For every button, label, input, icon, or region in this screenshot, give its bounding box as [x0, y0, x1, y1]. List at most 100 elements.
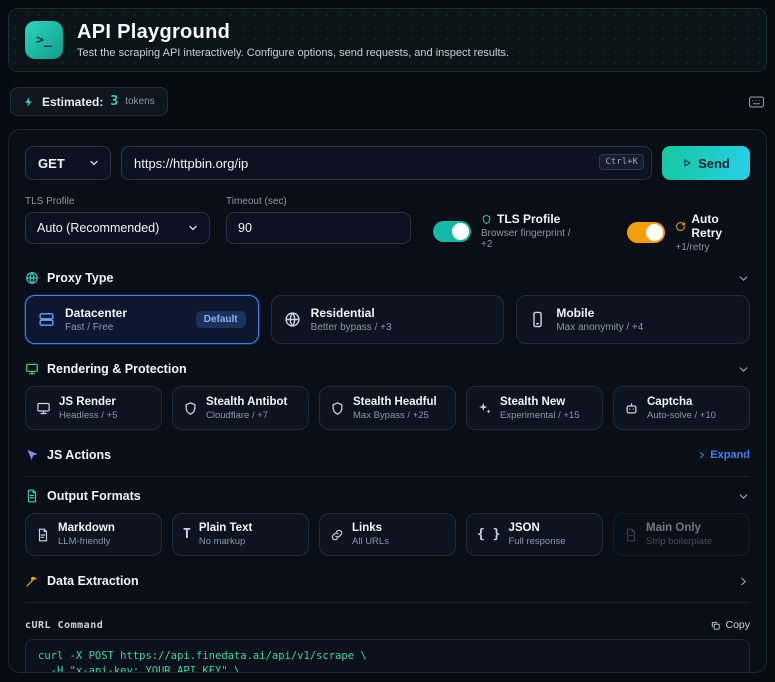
render-card-stealth-antibot[interactable]: Stealth Antibot Cloudflare / +7 [172, 386, 309, 430]
retry-toggle-group: Auto Retry +1/retry [627, 212, 750, 253]
globe-icon [25, 271, 39, 285]
card-text: JS Render Headless / +5 [59, 396, 117, 421]
tls-toggle-label: TLS Profile [497, 212, 561, 226]
card-text: Mobile Max anonymity / +4 [556, 306, 643, 333]
text-icon: T [183, 527, 191, 542]
pickaxe-icon [25, 574, 39, 588]
render-card-stealth-headful[interactable]: Stealth Headful Max Bypass / +25 [319, 386, 456, 430]
tls-profile-toggle[interactable] [433, 220, 471, 242]
shield-icon [183, 401, 198, 416]
chevron-down-icon[interactable] [737, 490, 750, 503]
method-value: GET [38, 155, 65, 171]
server-icon [38, 311, 55, 328]
card-text: Main Only Strip boilerplate [646, 522, 712, 547]
card-title: Stealth Antibot [206, 395, 288, 408]
page-subtitle: Test the scraping API interactively. Con… [77, 47, 510, 59]
header-text: API Playground Test the scraping API int… [77, 21, 509, 59]
chevron-down-icon[interactable] [737, 272, 750, 285]
toggle-knob [646, 224, 664, 241]
method-select[interactable]: GET [25, 146, 111, 180]
card-sub: Headless / +5 [59, 409, 118, 421]
expand-link[interactable]: Expand [697, 449, 750, 461]
estimate-label: Estimated: [42, 94, 104, 109]
retry-toggle-text: Auto Retry +1/retry [675, 212, 750, 253]
trim-icon [624, 528, 638, 542]
output-formats-title: Output Formats [47, 489, 141, 503]
card-sub: LLM-friendly [58, 536, 111, 547]
card-title: Stealth Headful [353, 395, 437, 408]
card-text: Captcha Auto-solve / +10 [647, 396, 716, 421]
curl-label: cURL Command [25, 619, 104, 631]
card-sub: Fast / Free [65, 322, 114, 333]
card-title: Residential [310, 306, 375, 320]
url-input[interactable] [121, 146, 652, 180]
request-bar: GET Ctrl+K Send [25, 146, 750, 180]
default-badge: Default [195, 311, 246, 328]
tls-profile-label: TLS Profile [25, 196, 75, 207]
output-formats-header: Output Formats [25, 489, 750, 503]
timeout-field: Timeout (sec) [226, 196, 411, 244]
token-estimate-badge: Estimated: 3 tokens [10, 87, 168, 116]
timeout-label: Timeout (sec) [226, 196, 287, 207]
card-sub: Better bypass / +3 [310, 322, 392, 333]
card-text: Datacenter Fast / Free [65, 306, 127, 333]
document-icon [25, 489, 39, 503]
auto-retry-toggle[interactable] [627, 222, 666, 243]
card-title: Plain Text [198, 522, 253, 534]
card-text: Plain Text No markup [199, 522, 252, 547]
sparkles-icon [477, 401, 492, 416]
card-text: Stealth New Experimental / +15 [500, 396, 579, 421]
cursor-icon [25, 448, 39, 462]
send-label: Send [698, 155, 730, 171]
rendering-cards: JS Render Headless / +5 Stealth Antibot … [25, 386, 750, 430]
code-line: curl -X POST https://api.finedata.ai/api… [38, 650, 367, 662]
page-title: API Playground [77, 21, 231, 43]
render-card-js-render[interactable]: JS Render Headless / +5 [25, 386, 162, 430]
proxy-card-residential[interactable]: Residential Better bypass / +3 [270, 295, 505, 344]
playground-panel: GET Ctrl+K Send TLS Profile Auto [8, 129, 767, 673]
file-icon [36, 528, 50, 542]
globe-icon [284, 311, 301, 328]
card-sub: Experimental / +15 [500, 409, 580, 421]
render-card-stealth-new[interactable]: Stealth New Experimental / +15 [466, 386, 603, 430]
render-card-captcha[interactable]: Captcha Auto-solve / +10 [613, 386, 750, 430]
monitor-icon [36, 401, 51, 416]
card-title: Stealth New [500, 395, 566, 408]
proxy-card-mobile[interactable]: Mobile Max anonymity / +4 [516, 295, 750, 344]
card-sub: Auto-solve / +10 [647, 409, 716, 421]
chevron-down-icon[interactable] [737, 363, 750, 376]
output-card-markdown[interactable]: Markdown LLM-friendly [25, 513, 162, 556]
timeout-input[interactable] [226, 212, 411, 244]
monitor-icon [25, 362, 39, 376]
lightning-icon [23, 96, 35, 108]
card-sub: Max Bypass / +25 [353, 409, 429, 421]
proxy-type-title: Proxy Type [47, 271, 114, 285]
expand-label: Expand [710, 449, 750, 461]
proxy-card-datacenter[interactable]: Datacenter Fast / Free Default [25, 295, 259, 344]
tls-profile-select[interactable]: Auto (Recommended) [25, 212, 210, 244]
output-card-links[interactable]: Links All URLs [319, 513, 456, 556]
play-icon [682, 158, 692, 168]
retry-toggle-label: Auto Retry [691, 212, 723, 240]
estimate-row: Estimated: 3 tokens [8, 87, 767, 116]
card-text: Stealth Antibot Cloudflare / +7 [206, 396, 287, 421]
js-actions-title: JS Actions [47, 448, 112, 462]
chevron-right-icon[interactable] [737, 575, 750, 588]
card-title: Markdown [58, 522, 115, 534]
send-button[interactable]: Send [662, 146, 750, 180]
header-banner: >_ API Playground Test the scraping API … [8, 8, 767, 72]
tls-profile-value: Auto (Recommended) [37, 221, 160, 235]
card-title: Captcha [647, 395, 693, 408]
copy-button[interactable]: Copy [710, 619, 750, 631]
card-title: Datacenter [65, 306, 128, 320]
estimate-value: 3 [110, 94, 119, 109]
card-title: JS Render [59, 395, 116, 408]
robot-icon [624, 401, 639, 416]
keyboard-shortcuts-icon[interactable] [748, 95, 765, 109]
card-text: Markdown LLM-friendly [58, 522, 115, 547]
output-card-plain-text[interactable]: T Plain Text No markup [172, 513, 309, 556]
copy-icon [710, 620, 721, 631]
output-card-json[interactable]: { } JSON Full response [466, 513, 603, 556]
tls-toggle-sub: Browser fingerprint / +2 [481, 228, 571, 250]
card-title: Links [352, 522, 383, 534]
